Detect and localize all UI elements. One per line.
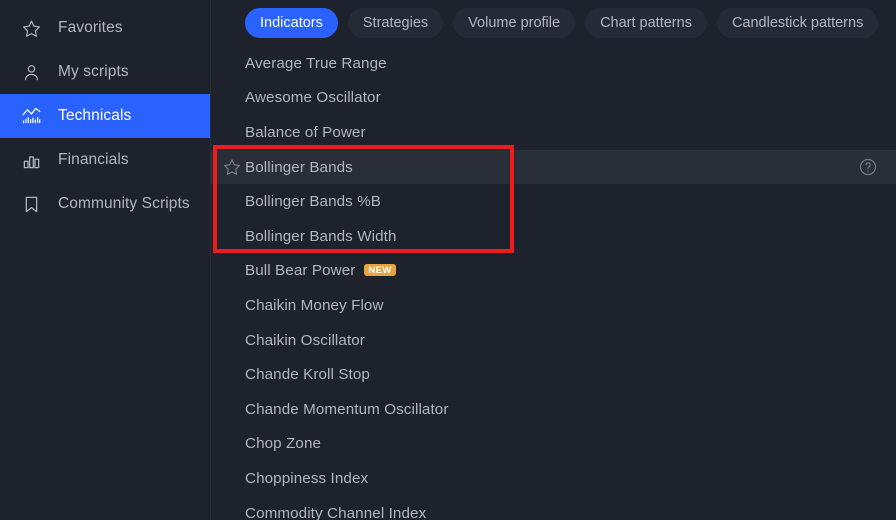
indicator-list-item[interactable]: Balance of Power (211, 115, 896, 150)
sidebar-item-label: My scripts (58, 63, 129, 80)
sidebar-item-community-scripts[interactable]: Community Scripts (0, 182, 210, 226)
sidebar-item-financials[interactable]: Financials (0, 138, 210, 182)
indicator-list-item[interactable]: Chaikin Money Flow (211, 288, 896, 323)
sidebar-item-label: Favorites (58, 19, 123, 36)
indicator-name: Chaikin Oscillator (245, 331, 365, 349)
tab-label: Chart patterns (600, 15, 692, 31)
indicator-list-item[interactable]: Chaikin Oscillator (211, 323, 896, 358)
indicator-name: Chande Momentum Oscillator (245, 400, 449, 418)
indicator-list-item[interactable]: Awesome Oscillator (211, 81, 896, 116)
indicator-list-item[interactable]: Bollinger Bands (211, 149, 896, 185)
indicator-browser-dialog: Favorites My scripts Technicals Financia… (0, 0, 896, 520)
tab-label: Strategies (362, 15, 429, 31)
tab-strategies[interactable]: Strategies (347, 8, 444, 38)
user-icon (18, 61, 44, 83)
content-panel: Indicators Strategies Volume profile Cha… (211, 0, 896, 520)
sidebar-item-label: Technicals (58, 107, 132, 124)
indicator-name: Awesome Oscillator (245, 89, 381, 107)
line-chart-icon (18, 105, 44, 127)
indicator-name: Commodity Channel Index (245, 504, 427, 520)
tab-candlestick-patterns[interactable]: Candlestick patterns (716, 8, 879, 38)
tab-volume-profile[interactable]: Volume profile (453, 8, 576, 38)
sidebar-item-label: Community Scripts (58, 195, 190, 212)
indicator-list: Average True Range Awesome Oscillator Bala… (211, 46, 896, 520)
sidebar: Favorites My scripts Technicals Financia… (0, 0, 211, 520)
indicator-name: Chop Zone (245, 435, 322, 453)
sidebar-item-my-scripts[interactable]: My scripts (0, 50, 210, 94)
tab-label: Volume profile (468, 15, 561, 31)
indicator-name: Bollinger Bands %B (245, 193, 382, 211)
favorite-star-icon[interactable] (223, 158, 241, 176)
sidebar-item-technicals[interactable]: Technicals (0, 94, 210, 138)
sidebar-item-favorites[interactable]: Favorites (0, 6, 210, 50)
indicator-name: Bollinger Bands Width (245, 227, 397, 245)
indicator-list-item[interactable]: Chande Kroll Stop (211, 357, 896, 392)
indicator-list-item[interactable]: Commodity Channel Index (211, 496, 896, 520)
indicator-name: Choppiness Index (245, 469, 369, 487)
tab-label: Candlestick patterns (731, 15, 864, 31)
bar-chart-icon (18, 149, 44, 171)
help-icon[interactable] (859, 158, 877, 176)
star-icon (18, 17, 44, 39)
new-badge: NEW (364, 263, 396, 277)
indicator-list-item[interactable]: Bollinger Bands Width (211, 219, 896, 254)
indicator-name: Chaikin Money Flow (245, 296, 384, 314)
indicator-list-item[interactable]: Bollinger Bands %B (211, 184, 896, 219)
sidebar-item-label: Financials (58, 151, 129, 168)
indicator-list-item[interactable]: Chop Zone (211, 427, 896, 462)
tab-chart-patterns[interactable]: Chart patterns (585, 8, 707, 38)
indicator-name: Average True Range (245, 54, 387, 72)
bookmark-icon (18, 193, 44, 215)
tab-label: Indicators (260, 15, 323, 31)
indicator-name: Chande Kroll Stop (245, 366, 370, 384)
indicator-name: Bollinger Bands (245, 158, 353, 176)
indicator-name: Balance of Power (245, 123, 366, 141)
tab-indicators[interactable]: Indicators (245, 8, 338, 38)
indicator-name: Bull Bear Power (245, 262, 356, 280)
category-tabs: Indicators Strategies Volume profile Cha… (211, 0, 896, 46)
indicator-list-item[interactable]: Bull Bear Power NEW (211, 254, 896, 289)
indicator-list-item[interactable]: Choppiness Index (211, 461, 896, 496)
indicator-list-item[interactable]: Average True Range (211, 46, 896, 81)
indicator-list-item[interactable]: Chande Momentum Oscillator (211, 392, 896, 427)
